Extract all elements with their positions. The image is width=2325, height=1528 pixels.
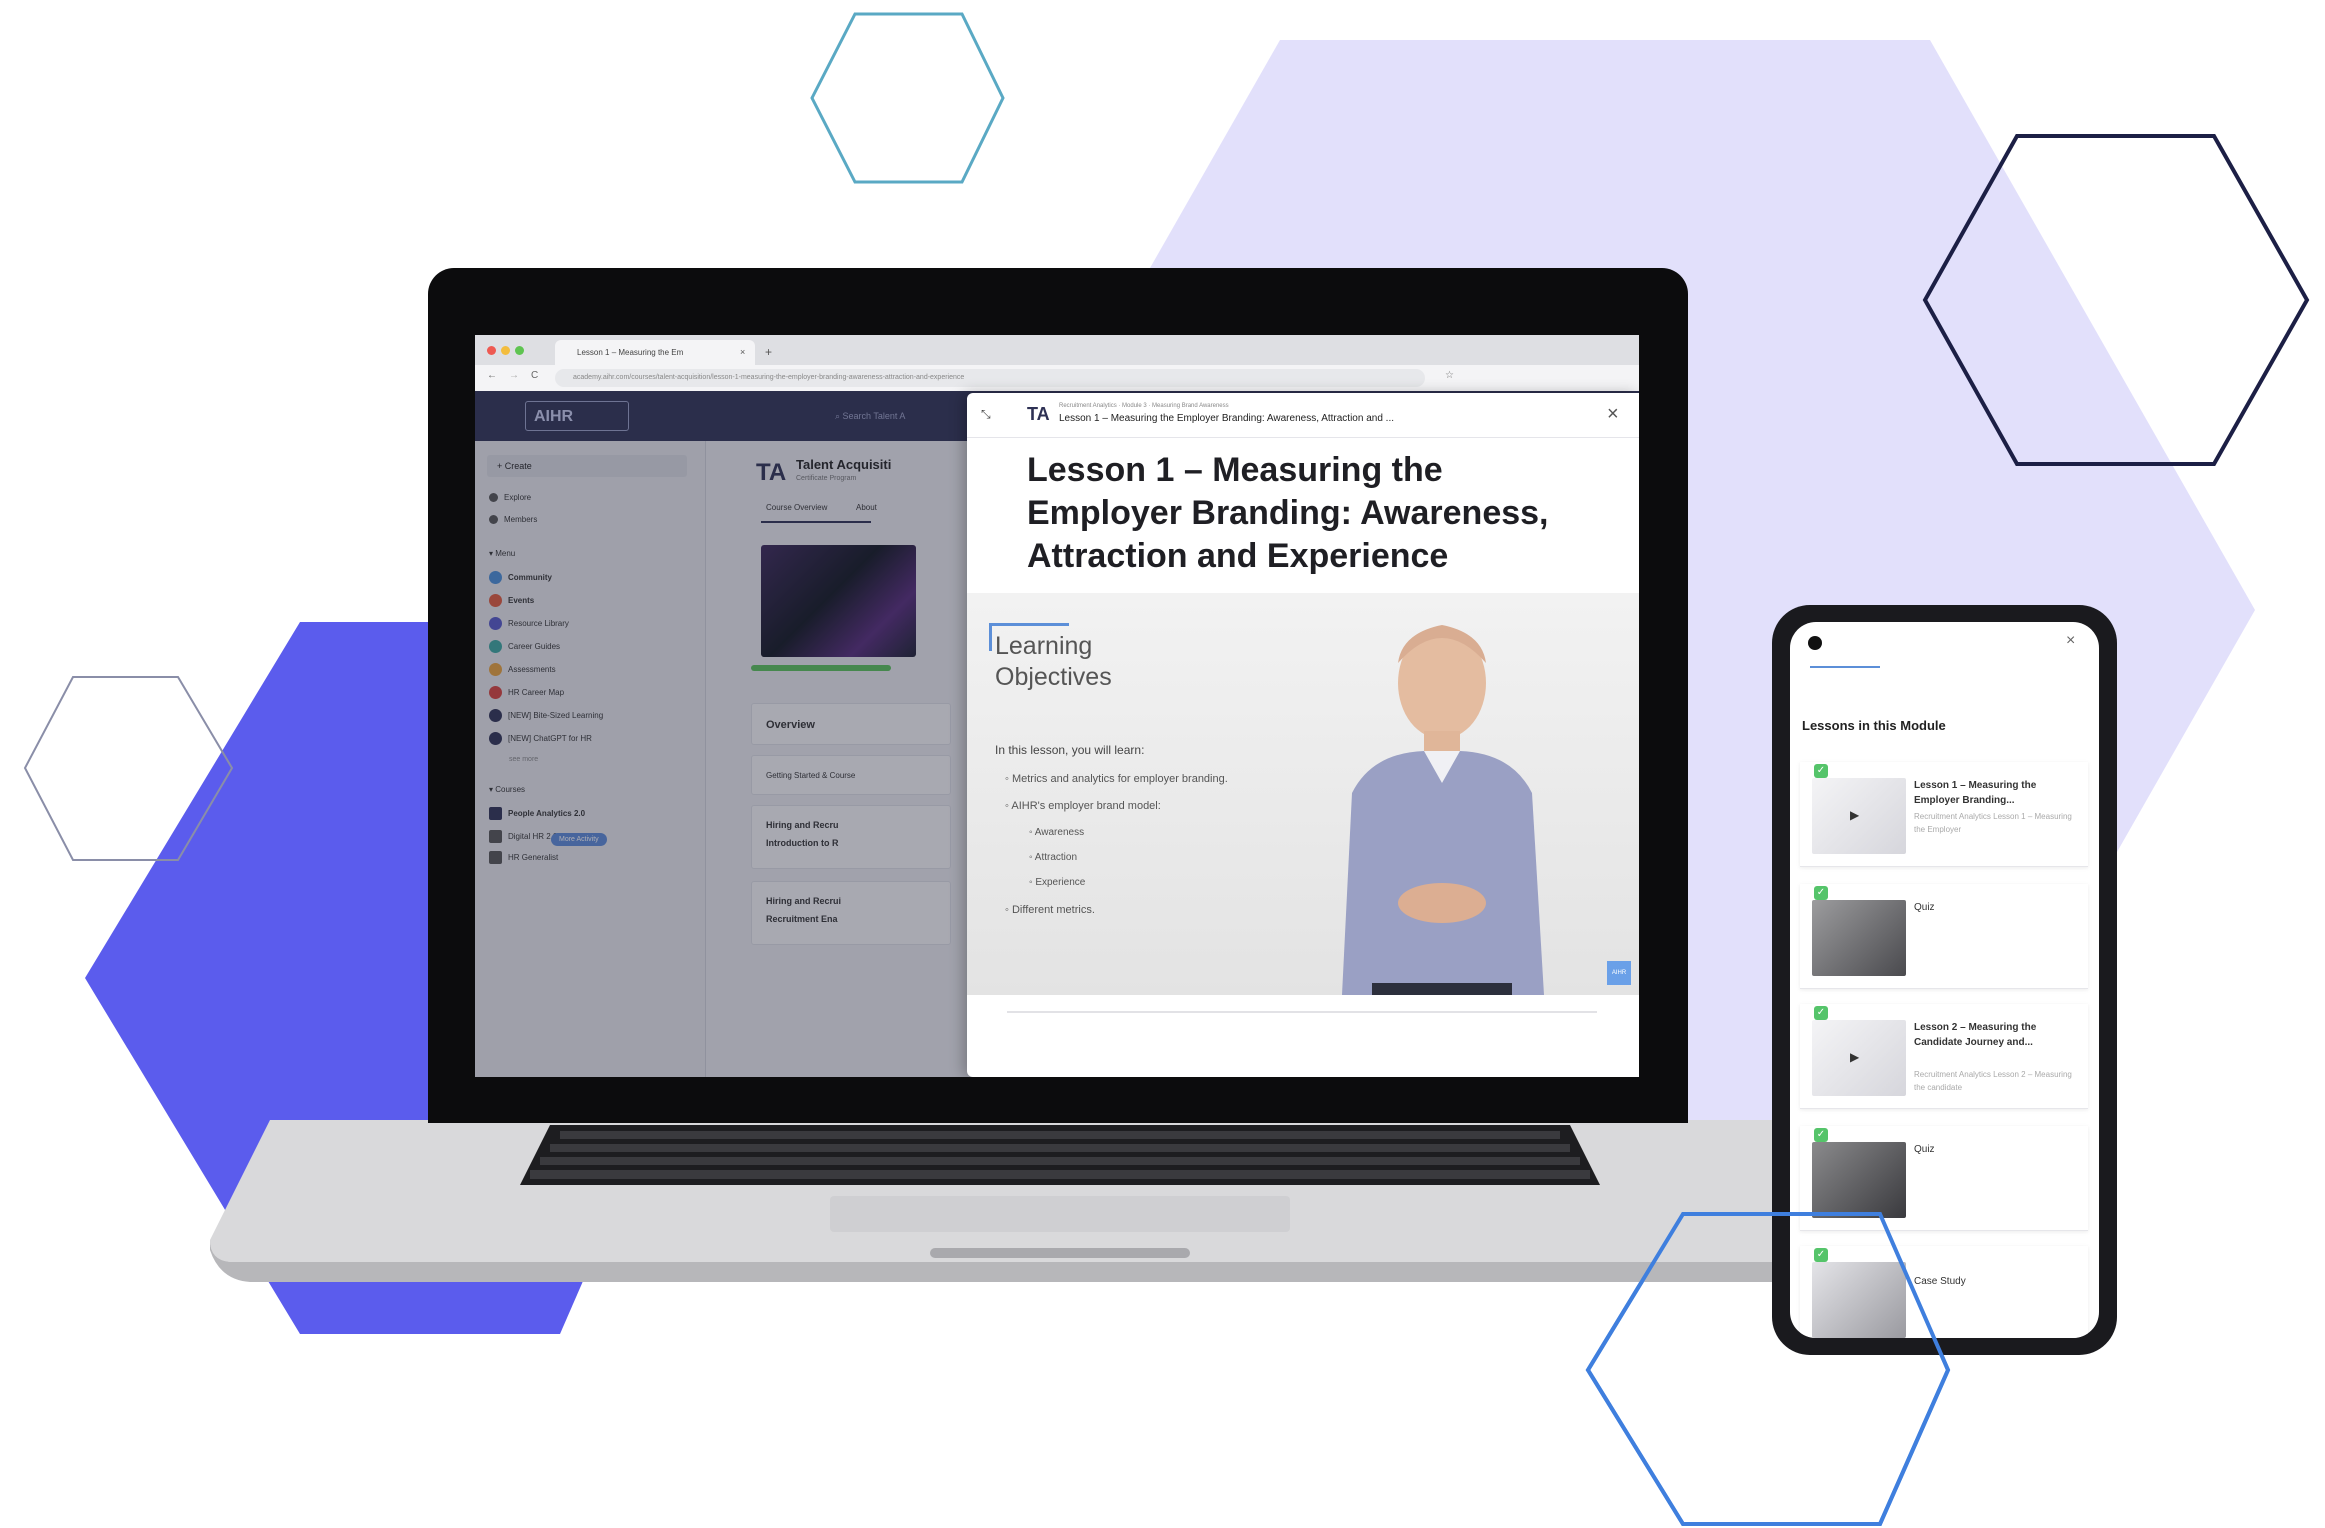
- forward-icon[interactable]: →: [509, 370, 519, 381]
- back-icon[interactable]: ←: [487, 370, 497, 381]
- phone-screen: × Lessons in this Module ▶ ✓ Lesson 1 – …: [1790, 622, 2099, 1338]
- window-close-dot[interactable]: [487, 346, 496, 355]
- tab-close-icon[interactable]: ×: [740, 340, 745, 365]
- tab-title: Lesson 1 – Measuring the Em: [577, 348, 684, 357]
- bullet-text: AIHR's employer brand model:: [1011, 800, 1161, 812]
- lesson-card-title: Lesson 1 – Measuring the Employer Brandi…: [1914, 780, 2037, 806]
- accent-line: [989, 623, 1069, 626]
- bullet-text: Attraction: [1034, 852, 1078, 863]
- bullet-text: Experience: [1035, 877, 1086, 888]
- url-field[interactable]: academy.aihr.com/courses/talent-acquisit…: [555, 369, 1425, 387]
- laptop-screen: Lesson 1 – Measuring the Em × + ← → C ac…: [475, 335, 1639, 1077]
- phone-progress-bar: [1810, 666, 1880, 668]
- objective-sub-bullet: ◦ Experience: [1029, 877, 1086, 888]
- learning-objectives-heading: Learning Objectives: [995, 631, 1112, 693]
- window-minimize-dot[interactable]: [501, 346, 510, 355]
- lesson-card-title: Lesson 2 – Measuring the Candidate Journ…: [1914, 1022, 2037, 1048]
- lesson-card[interactable]: ▶ ✓ Lesson 1 – Measuring the Employer Br…: [1800, 762, 2088, 867]
- bullet-text: Metrics and analytics for employer brand…: [1011, 773, 1228, 785]
- completed-check-icon: ✓: [1814, 1248, 1828, 1262]
- objective-bullet: ◦ AIHR's employer brand model:: [1005, 800, 1161, 812]
- lesson-modal: ⤡ TA Recruitment Analytics · Module 3 · …: [967, 393, 1639, 1077]
- lesson-modal-header: ⤡ TA Recruitment Analytics · Module 3 · …: [967, 393, 1639, 438]
- objective-bullet: ◦ Different metrics.: [1005, 904, 1095, 916]
- window-maximize-dot[interactable]: [515, 346, 524, 355]
- reload-icon[interactable]: C: [531, 370, 538, 381]
- quiz-card[interactable]: ✓ Quiz: [1800, 1126, 2088, 1231]
- completed-check-icon: ✓: [1814, 764, 1828, 778]
- bullet-text: Awareness: [1034, 827, 1085, 838]
- url-text: academy.aihr.com/courses/talent-acquisit…: [573, 374, 965, 381]
- lesson-course-badge: TA: [1027, 404, 1050, 424]
- browser-tabbar: Lesson 1 – Measuring the Em × +: [475, 335, 1639, 365]
- objectives-intro: In this lesson, you will learn:: [995, 743, 1145, 757]
- lesson-card[interactable]: ▶ ✓ Lesson 2 – Measuring the Candidate J…: [1800, 1004, 2088, 1109]
- heading-line: Objectives: [995, 663, 1112, 691]
- objective-sub-bullet: ◦ Awareness: [1029, 827, 1085, 838]
- play-icon: ▶: [1850, 1050, 1860, 1064]
- completed-check-icon: ✓: [1814, 1006, 1828, 1020]
- completed-check-icon: ✓: [1814, 886, 1828, 900]
- close-icon[interactable]: ×: [1607, 403, 1619, 426]
- quiz-thumbnail: [1812, 900, 1906, 976]
- laptop-keyboard: [520, 1125, 1600, 1185]
- expand-icon[interactable]: ⤡: [981, 407, 991, 422]
- presenter-image: [1342, 625, 1544, 995]
- lesson-header-title: Lesson 1 – Measuring the Employer Brandi…: [1059, 413, 1395, 424]
- bookmark-star-icon[interactable]: ☆: [1445, 370, 1454, 381]
- lesson-video[interactable]: Learning Objectives In this lesson, you …: [967, 593, 1639, 995]
- camera-icon: [1808, 636, 1822, 650]
- new-tab-button[interactable]: +: [765, 340, 772, 365]
- quiz-thumbnail: [1812, 1142, 1906, 1218]
- case-study-thumbnail: [1812, 1262, 1906, 1338]
- quiz-card[interactable]: ✓ Quiz: [1800, 884, 2088, 989]
- browser-tab[interactable]: Lesson 1 – Measuring the Em: [555, 340, 755, 365]
- bullet-text: Different metrics.: [1011, 904, 1095, 916]
- lessons-heading: Lessons in this Module: [1802, 718, 1946, 733]
- accent-line: [989, 623, 992, 651]
- close-icon[interactable]: ×: [2066, 632, 2075, 650]
- aihr-corner-tag: AIHR: [1607, 961, 1631, 985]
- lesson-title: Lesson 1 – Measuring the Employer Brandi…: [1027, 451, 1549, 575]
- browser-addressbar: ← → C academy.aihr.com/courses/talent-ac…: [475, 365, 1639, 392]
- teal-hexagon-outline: [810, 12, 1005, 184]
- quiz-card-title: Quiz: [1914, 902, 1935, 913]
- play-icon: ▶: [1850, 808, 1860, 822]
- objective-bullet: ◦ Metrics and analytics for employer bra…: [1005, 773, 1228, 785]
- heading-line: Learning: [995, 632, 1093, 660]
- quiz-card-title: Quiz: [1914, 1144, 1935, 1155]
- lesson-card-subtitle: Recruitment Analytics Lesson 1 – Measuri…: [1914, 812, 2072, 834]
- breadcrumb: Recruitment Analytics · Module 3 · Measu…: [1059, 403, 1229, 409]
- divider: [1007, 1011, 1597, 1013]
- completed-check-icon: ✓: [1814, 1128, 1828, 1142]
- case-study-card[interactable]: ✓ Case Study: [1800, 1246, 2088, 1338]
- objective-sub-bullet: ◦ Attraction: [1029, 852, 1078, 863]
- lesson-card-subtitle: Recruitment Analytics Lesson 2 – Measuri…: [1914, 1070, 2072, 1092]
- case-study-title: Case Study: [1914, 1276, 1966, 1287]
